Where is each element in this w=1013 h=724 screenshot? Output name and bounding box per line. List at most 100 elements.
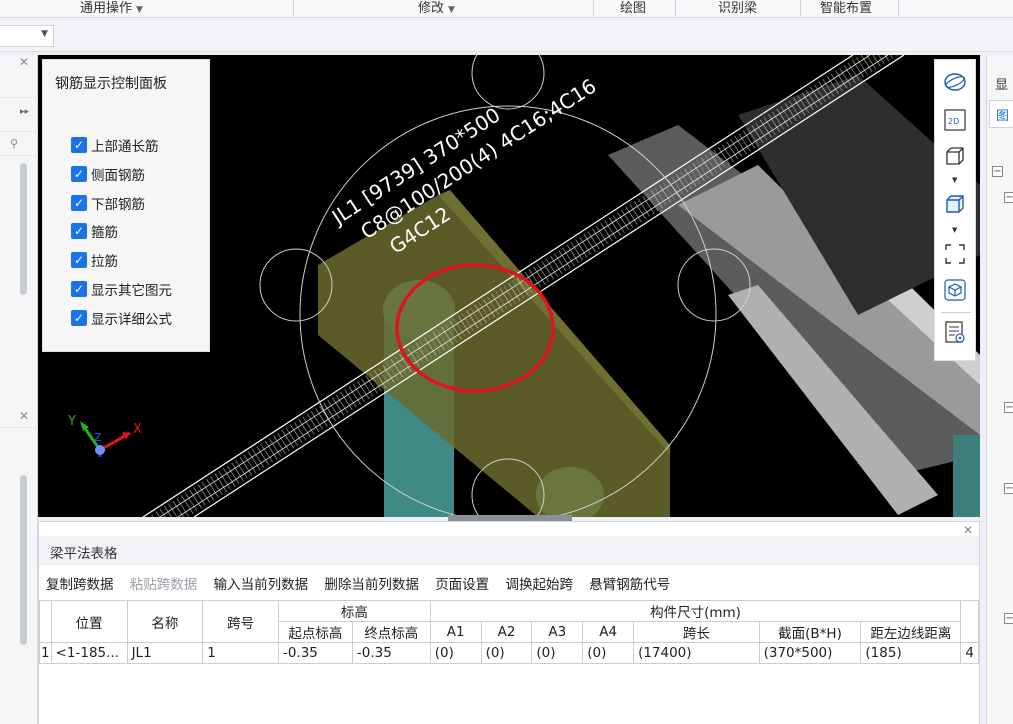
column-header-left-dist[interactable]: 距左边线距离 [860, 621, 962, 643]
swap-start-span-button[interactable]: 调换起始跨 [505, 577, 573, 593]
copy-span-data-button[interactable]: 复制跨数据 [46, 577, 114, 593]
paste-span-data-button[interactable]: 粘贴跨数据 [130, 577, 198, 593]
chevron-down-icon[interactable]: ▼ [952, 176, 957, 184]
checkbox-label: 侧面钢筋 [91, 168, 145, 184]
y-axis-label: Y [67, 414, 76, 429]
cell-section[interactable]: (370*500) [758, 642, 862, 664]
chevron-down-icon[interactable]: ▼ [952, 226, 957, 234]
column-header-dimensions[interactable]: 构件尺寸(mm) [429, 600, 962, 622]
cell-span-length[interactable]: (17400) [633, 642, 760, 664]
checkbox-tie-bar[interactable]: ✓ 拉筋 [71, 250, 118, 270]
chevron-down-icon: ▼ [448, 5, 455, 15]
cell-span-no[interactable]: 1 [202, 642, 279, 664]
column-header-a1[interactable]: A1 [429, 621, 482, 643]
column-header-elev-start[interactable]: 起点标高 [277, 621, 353, 643]
close-icon[interactable]: ✕ [963, 523, 973, 537]
divider [0, 131, 38, 132]
checkbox-checked-icon: ✓ [71, 223, 87, 239]
column-header-name[interactable]: 名称 [126, 600, 204, 643]
3d-solid-box-icon[interactable] [943, 192, 969, 218]
checkbox-checked-icon: ✓ [71, 166, 87, 182]
tab-layer[interactable]: 图 [989, 100, 1013, 128]
cell-overflow[interactable]: 4 [960, 642, 979, 664]
cell-a3[interactable]: (0) [531, 642, 584, 664]
2d-view-icon[interactable]: 2D [943, 108, 969, 134]
cantilever-rebar-code-button[interactable]: 悬臂钢筋代号 [589, 577, 670, 593]
secondary-toolbar: ▼ [0, 20, 1013, 52]
collapse-icon[interactable]: − [992, 166, 1003, 177]
ribbon-group-smart-layout[interactable]: 智能布置 [820, 0, 872, 16]
column-header-span-length[interactable]: 跨长 [633, 621, 760, 643]
cell-elev-start[interactable]: -0.35 [277, 642, 353, 664]
ribbon-group-identify-beam[interactable]: 识别梁 [718, 0, 757, 16]
column-header-a2[interactable]: A2 [480, 621, 533, 643]
tab-display[interactable]: 显 [987, 70, 1013, 98]
table-empty-area[interactable] [39, 668, 979, 724]
floor-select[interactable]: ▼ [0, 25, 54, 47]
search-icon[interactable]: ⚲ [10, 137, 18, 150]
cell-position[interactable]: <1-185... [50, 642, 128, 664]
delete-column-data-button[interactable]: 删除当前列数据 [324, 577, 419, 593]
display-settings-icon[interactable] [943, 320, 969, 346]
ribbon-group-draw[interactable]: 绘图 [620, 0, 646, 16]
3d-box-icon[interactable] [943, 144, 969, 170]
axis-gizmo: X Y Z [67, 414, 142, 457]
column-header-overflow [960, 600, 979, 643]
row-index[interactable]: 1 [39, 642, 52, 664]
expand-icon[interactable]: ▸▸ [20, 107, 29, 117]
column-header-elev-end[interactable]: 终点标高 [351, 621, 431, 643]
table-row[interactable]: 1 <1-185... JL1 1 -0.35 -0.35 (0) (0) (0… [39, 642, 979, 664]
ribbon-separator [593, 0, 594, 16]
iso-view-icon[interactable] [943, 278, 969, 304]
cell-left-dist[interactable]: (185) [860, 642, 962, 664]
cell-name[interactable]: JL1 [126, 642, 204, 664]
close-icon[interactable]: ✕ [19, 409, 29, 423]
divider [0, 155, 38, 156]
checkbox-bottom-rebar[interactable]: ✓ 下部钢筋 [71, 193, 145, 213]
column-header-span-no[interactable]: 跨号 [202, 600, 279, 643]
collapse-icon[interactable]: − [1004, 402, 1013, 413]
cell-a1[interactable]: (0) [429, 642, 482, 664]
column-header-position[interactable]: 位置 [50, 600, 128, 643]
checkbox-label: 显示详细公式 [91, 312, 172, 328]
checkbox-checked-icon: ✓ [71, 252, 87, 268]
column-header-a4[interactable]: A4 [582, 621, 635, 643]
panel-title: 梁平法表格 [39, 536, 979, 565]
input-column-data-button[interactable]: 输入当前列数据 [214, 577, 309, 593]
table-actions: 复制跨数据 粘贴跨数据 输入当前列数据 删除当前列数据 页面设置 调换起始跨 悬… [46, 573, 682, 593]
checkbox-show-detailed-formula[interactable]: ✓ 显示详细公式 [71, 308, 172, 328]
column [953, 435, 980, 517]
scrollbar[interactable] [20, 163, 27, 295]
collapse-icon[interactable]: − [1004, 483, 1013, 494]
close-icon[interactable]: ✕ [19, 55, 29, 69]
ribbon-separator [293, 0, 294, 16]
column-header-elevation[interactable]: 标高 [277, 600, 431, 622]
row-header-corner [39, 600, 52, 643]
checkbox-label: 显示其它图元 [91, 283, 172, 299]
x-axis-label: X [133, 422, 142, 437]
ribbon-group-modify[interactable]: 修改 ▼ [418, 0, 455, 16]
checkbox-side-rebar[interactable]: ✓ 侧面钢筋 [71, 164, 145, 184]
cell-a4[interactable]: (0) [582, 642, 635, 664]
view-toolbar: 2D ▼ ▼ [934, 59, 976, 361]
right-dock: 显 图 − − − − − [986, 55, 1013, 724]
cell-a2[interactable]: (0) [480, 642, 533, 664]
rebar-display-control-panel: 钢筋显示控制面板 ✓ 上部通长筋 ✓ 侧面钢筋 ✓ 下部钢筋 ✓ 箍筋 ✓ 拉筋 ✓ 显示其… [42, 59, 210, 352]
ribbon-group-general-ops[interactable]: 通用操作 ▼ [80, 0, 143, 16]
column-header-a3[interactable]: A3 [531, 621, 584, 643]
scrollbar[interactable] [20, 475, 27, 645]
divider [0, 97, 38, 98]
checkbox-stirrup[interactable]: ✓ 箍筋 [71, 221, 118, 241]
collapse-icon[interactable]: − [1004, 192, 1013, 203]
column-header-section[interactable]: 截面(B*H) [758, 621, 862, 643]
orbit-icon[interactable] [943, 70, 969, 96]
cell-elev-end[interactable]: -0.35 [351, 642, 431, 664]
z-axis-label: Z [94, 431, 102, 444]
collapse-icon[interactable]: − [1004, 613, 1013, 624]
checkbox-show-other-elements[interactable]: ✓ 显示其它图元 [71, 279, 172, 299]
fit-region-icon[interactable] [943, 242, 969, 268]
checkbox-top-continuous-rebar[interactable]: ✓ 上部通长筋 [71, 135, 159, 155]
2d-label: 2D [948, 117, 959, 126]
page-setup-button[interactable]: 页面设置 [435, 577, 489, 593]
3d-viewport[interactable]: JL1 [9739] 370*500 C8@100/200(4) 4C16;4C… [38, 55, 980, 517]
